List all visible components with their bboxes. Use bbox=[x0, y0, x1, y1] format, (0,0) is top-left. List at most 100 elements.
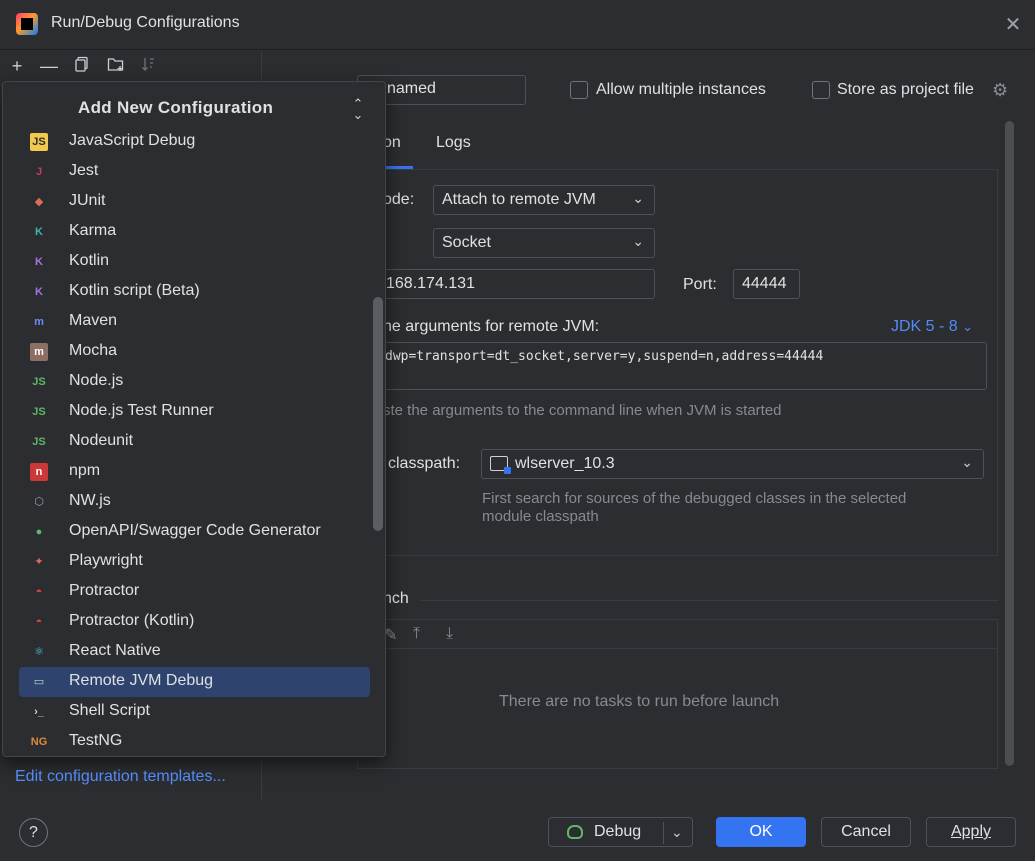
chevron-down-icon: ⌄ bbox=[962, 319, 974, 334]
nwjs-icon: ⬡ bbox=[34, 496, 44, 508]
jdk-version-value: JDK 5 - 8 bbox=[891, 318, 958, 335]
config-type-item[interactable]: ⬡ NW.js bbox=[19, 487, 370, 517]
config-type-item[interactable]: JS Node.js Test Runner bbox=[19, 397, 370, 427]
jdk-version-link[interactable]: JDK 5 - 8 ⌄ bbox=[891, 318, 973, 336]
config-type-label: Nodeunit bbox=[69, 432, 134, 449]
config-type-label: OpenAPI/Swagger Code Generator bbox=[69, 522, 321, 539]
debug-label: Debug bbox=[594, 823, 642, 840]
classpath-hint-line-2: module classpath bbox=[482, 508, 599, 525]
remove-configuration-button[interactable]: — bbox=[37, 54, 61, 78]
config-type-label: npm bbox=[69, 462, 101, 479]
config-type-item[interactable]: K Kotlin bbox=[19, 247, 370, 277]
edit-task-icon[interactable]: ✎ bbox=[384, 625, 397, 645]
module-classpath-dropdown[interactable]: wlserver_10.3 ⌄ bbox=[481, 449, 984, 479]
debugger-mode-label: ode: bbox=[383, 191, 415, 208]
nodejs-icon: JS bbox=[32, 376, 46, 388]
jvm-args-textarea[interactable]: dwp=transport=dt_socket,server=y,suspend… bbox=[357, 342, 987, 390]
shell-icon: ›_ bbox=[34, 706, 44, 718]
folder-add-icon bbox=[107, 58, 124, 71]
classpath-label: classpath: bbox=[388, 455, 461, 472]
config-type-item[interactable]: JS JavaScript Debug bbox=[19, 127, 370, 157]
host-input[interactable]: 168.174.131 bbox=[357, 269, 655, 299]
store-as-project-file-label: Store as project file bbox=[837, 81, 974, 98]
jest-icon: J bbox=[35, 166, 43, 178]
react-icon: ⚛ bbox=[34, 646, 44, 658]
tab-logs[interactable]: Logs bbox=[436, 134, 471, 152]
bug-icon bbox=[567, 825, 583, 839]
chevron-down-icon: ⌄ bbox=[632, 190, 644, 206]
add-configuration-button[interactable]: + bbox=[5, 54, 29, 78]
help-button[interactable]: ? bbox=[19, 818, 48, 847]
nodeunit-icon: JS bbox=[32, 436, 46, 448]
config-type-item[interactable]: ▭ Remote JVM Debug bbox=[19, 667, 370, 697]
args-label: ne arguments for remote JVM: bbox=[383, 318, 600, 335]
new-folder-button[interactable] bbox=[104, 54, 128, 78]
config-type-label: Karma bbox=[69, 222, 117, 239]
args-hint: ste the arguments to the command line wh… bbox=[383, 402, 782, 419]
move-down-icon[interactable]: ⤓ bbox=[446, 625, 453, 643]
maven-icon: m bbox=[34, 316, 44, 328]
config-type-label: Kotlin bbox=[69, 252, 110, 269]
config-type-item[interactable]: K Karma bbox=[19, 217, 370, 247]
config-type-item[interactable]: NG TestNG bbox=[19, 727, 370, 756]
ok-button[interactable]: OK bbox=[716, 817, 806, 847]
port-label: Port: bbox=[683, 276, 717, 293]
kotlin-icon: K bbox=[35, 256, 43, 268]
allow-multiple-instances-label: Allow multiple instances bbox=[596, 81, 766, 98]
config-type-label: Protractor bbox=[69, 582, 140, 599]
playwright-icon: ✦ bbox=[34, 556, 44, 568]
config-type-label: Shell Script bbox=[69, 702, 150, 719]
copy-configuration-button[interactable] bbox=[70, 54, 94, 78]
classpath-hint-line-1: First search for sources of the debugged… bbox=[482, 490, 907, 507]
config-type-item[interactable]: ● OpenAPI/Swagger Code Generator bbox=[19, 517, 370, 547]
debugger-mode-value: Attach to remote JVM bbox=[442, 191, 596, 208]
chevron-down-icon[interactable]: ⌄ bbox=[671, 818, 683, 846]
classpath-value: wlserver_10.3 bbox=[515, 455, 615, 472]
config-type-item[interactable]: ◆ JUnit bbox=[19, 187, 370, 217]
collapse-icon[interactable]: ⌃ ⌄ bbox=[347, 97, 369, 124]
config-type-item[interactable]: JS Nodeunit bbox=[19, 427, 370, 457]
allow-multiple-instances-checkbox[interactable] bbox=[570, 81, 588, 99]
edit-configuration-templates-link[interactable]: Edit configuration templates... bbox=[15, 768, 226, 786]
config-type-item[interactable]: m Maven bbox=[19, 307, 370, 337]
config-type-label: Kotlin script (Beta) bbox=[69, 282, 200, 299]
debug-button[interactable]: Debug ⌄ bbox=[548, 817, 693, 847]
config-type-item[interactable]: m Mocha bbox=[19, 337, 370, 367]
config-type-item[interactable]: K Kotlin script (Beta) bbox=[19, 277, 370, 307]
js-icon: JS bbox=[30, 133, 48, 151]
move-up-icon[interactable]: ⤒ bbox=[413, 625, 420, 643]
config-type-item[interactable]: ✦ Playwright bbox=[19, 547, 370, 577]
config-type-item[interactable]: n npm bbox=[19, 457, 370, 487]
karma-icon: K bbox=[35, 226, 43, 238]
sort-icon bbox=[142, 58, 154, 71]
store-as-project-file-checkbox[interactable] bbox=[812, 81, 830, 99]
vertical-scrollbar[interactable] bbox=[1005, 121, 1014, 766]
config-type-item[interactable]: J Jest bbox=[19, 157, 370, 187]
debugger-mode-dropdown[interactable]: Attach to remote JVM ⌄ bbox=[433, 185, 655, 215]
popup-scrollbar[interactable] bbox=[373, 297, 383, 531]
config-type-label: JUnit bbox=[69, 192, 106, 209]
transport-dropdown[interactable]: Socket ⌄ bbox=[433, 228, 655, 258]
config-type-label: Mocha bbox=[69, 342, 118, 359]
port-input[interactable]: 44444 bbox=[733, 269, 800, 299]
config-type-label: Node.js bbox=[69, 372, 124, 389]
apply-button[interactable]: Apply bbox=[926, 817, 1016, 847]
module-folder-icon bbox=[490, 456, 511, 474]
config-type-item[interactable]: ◓ Protractor (Kotlin) bbox=[19, 607, 370, 637]
nodejs-test-icon: JS bbox=[32, 406, 46, 418]
cancel-button[interactable]: Cancel bbox=[821, 817, 911, 847]
popup-title: Add New Configuration bbox=[78, 98, 274, 117]
config-type-item[interactable]: ◓ Protractor bbox=[19, 577, 370, 607]
config-type-label: Remote JVM Debug bbox=[69, 672, 214, 689]
sort-configurations-button[interactable] bbox=[137, 54, 161, 78]
config-type-label: NW.js bbox=[69, 492, 111, 509]
config-type-item[interactable]: ⚛ React Native bbox=[19, 637, 370, 667]
config-type-label: Jest bbox=[69, 162, 99, 179]
gear-icon[interactable]: ⚙ bbox=[992, 80, 1012, 100]
config-type-label: Protractor (Kotlin) bbox=[69, 612, 195, 629]
chevron-down-icon: ⌄ bbox=[961, 454, 973, 470]
config-type-item[interactable]: ›_ Shell Script bbox=[19, 697, 370, 727]
config-type-item[interactable]: JS Node.js bbox=[19, 367, 370, 397]
config-type-label: TestNG bbox=[69, 732, 123, 749]
close-icon[interactable]: ✕ bbox=[1000, 12, 1026, 38]
